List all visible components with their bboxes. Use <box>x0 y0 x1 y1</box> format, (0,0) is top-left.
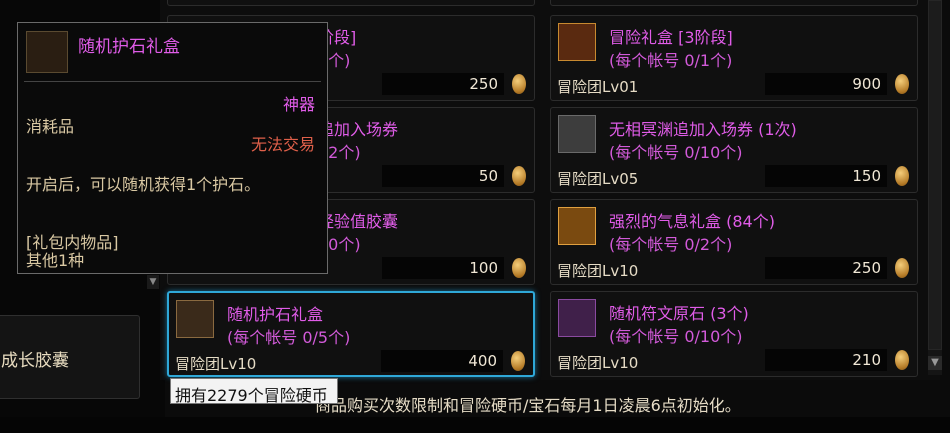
item-limit: (每个帐号 0/10个) <box>609 327 743 346</box>
item-name: 冒险礼盒 [3阶段] <box>609 28 733 47</box>
rune-stone-icon <box>558 299 596 337</box>
item-name: 无相冥渊追加入场券 (1次) <box>609 120 797 139</box>
scroll-thumb[interactable] <box>928 0 942 350</box>
shop-card[interactable]: 冒险礼盒 [3阶段] (每个帐号 0/1个) 冒险团Lv01 900 <box>550 15 918 101</box>
item-limit: (每个帐号 0/1个) <box>609 51 733 70</box>
item-price: 100 <box>469 259 498 277</box>
treasure-chest-icon <box>26 31 68 73</box>
item-name: 追加入场券 <box>318 120 399 139</box>
item-level: 冒险团Lv05 <box>557 170 639 188</box>
item-limit: (每个帐号 0/5个) <box>227 328 351 347</box>
reset-notice: 商品购买次数限制和冒险硬币/宝石每月1日凌晨6点初始化。 <box>315 396 741 415</box>
tooltip-divider <box>24 81 321 82</box>
item-name: 经验值胶囊 <box>318 212 399 231</box>
tooltip-title: 随机护石礼盒 <box>78 37 180 57</box>
item-price: 400 <box>468 352 497 370</box>
tooltip-type: 消耗品 <box>26 117 75 136</box>
grid-scrollbar[interactable]: ▼ <box>928 0 942 375</box>
item-price: 210 <box>852 351 881 369</box>
shop-card[interactable]: 随机符文原石 (3个) (每个帐号 0/10个) 冒险团Lv10 210 <box>550 291 918 377</box>
item-tooltip: 随机护石礼盒 神器 消耗品 无法交易 开启后，可以随机获得1个护石。 [礼包内物… <box>17 22 328 274</box>
coin-icon <box>512 166 526 186</box>
treasure-chest-icon <box>558 23 596 61</box>
item-level: 冒险团Lv10 <box>175 355 257 373</box>
item-level: 冒险团Lv10 <box>557 262 639 280</box>
bottom-strip <box>0 417 950 433</box>
coin-balance-tooltip: 拥有2279个冒险硬币 <box>170 378 338 405</box>
item-price: 50 <box>478 167 498 185</box>
item-price: 150 <box>852 167 881 185</box>
tooltip-trade: 无法交易 <box>250 135 315 154</box>
item-name: 随机护石礼盒 <box>227 305 324 324</box>
tooltip-desc: 开启后，可以随机获得1个护石。 <box>26 175 261 194</box>
item-name: 强烈的气息礼盒 (84个) <box>609 212 775 231</box>
item-level: 冒险团Lv01 <box>557 78 639 96</box>
coin-icon <box>511 351 525 371</box>
item-limit: (每个帐号 0/10个) <box>609 143 743 162</box>
coin-balance-text: 拥有2279个冒险硬币 <box>175 386 328 405</box>
left-scroll-down-icon[interactable]: ▼ <box>147 275 159 289</box>
treasure-chest-icon <box>176 300 214 338</box>
shop-card-selected[interactable]: 随机护石礼盒 (每个帐号 0/5个) 冒险团Lv10 400 <box>167 291 535 377</box>
tooltip-contents: 其他1种 <box>26 251 85 270</box>
scroll-down-icon[interactable]: ▼ <box>928 356 942 370</box>
gold-chest-icon <box>558 207 596 245</box>
coin-icon <box>895 350 909 370</box>
item-price: 900 <box>852 75 881 93</box>
coin-icon <box>895 166 909 186</box>
shop-card[interactable]: 无相冥渊追加入场券 (1次) (每个帐号 0/10个) 冒险团Lv05 150 <box>550 107 918 193</box>
stone-statue-icon <box>558 115 596 153</box>
coin-icon <box>895 258 909 278</box>
category-label: 成长胶囊 <box>1 351 69 371</box>
item-name: 随机符文原石 (3个) <box>609 304 749 323</box>
coin-icon <box>512 258 526 278</box>
tooltip-rarity: 神器 <box>282 95 315 114</box>
coin-icon <box>512 74 526 94</box>
category-growth-capsule[interactable]: 成长胶囊 <box>0 315 140 399</box>
shop-card[interactable]: 强烈的气息礼盒 (84个) (每个帐号 0/2个) 冒险团Lv10 250 <box>550 199 918 285</box>
shop-card-partial-right[interactable] <box>550 0 918 6</box>
item-limit: (每个帐号 0/2个) <box>609 235 733 254</box>
item-price: 250 <box>469 75 498 93</box>
item-level: 冒险团Lv10 <box>557 354 639 372</box>
shop-card-partial-left[interactable] <box>167 0 535 6</box>
coin-icon <box>895 74 909 94</box>
item-price: 250 <box>852 259 881 277</box>
